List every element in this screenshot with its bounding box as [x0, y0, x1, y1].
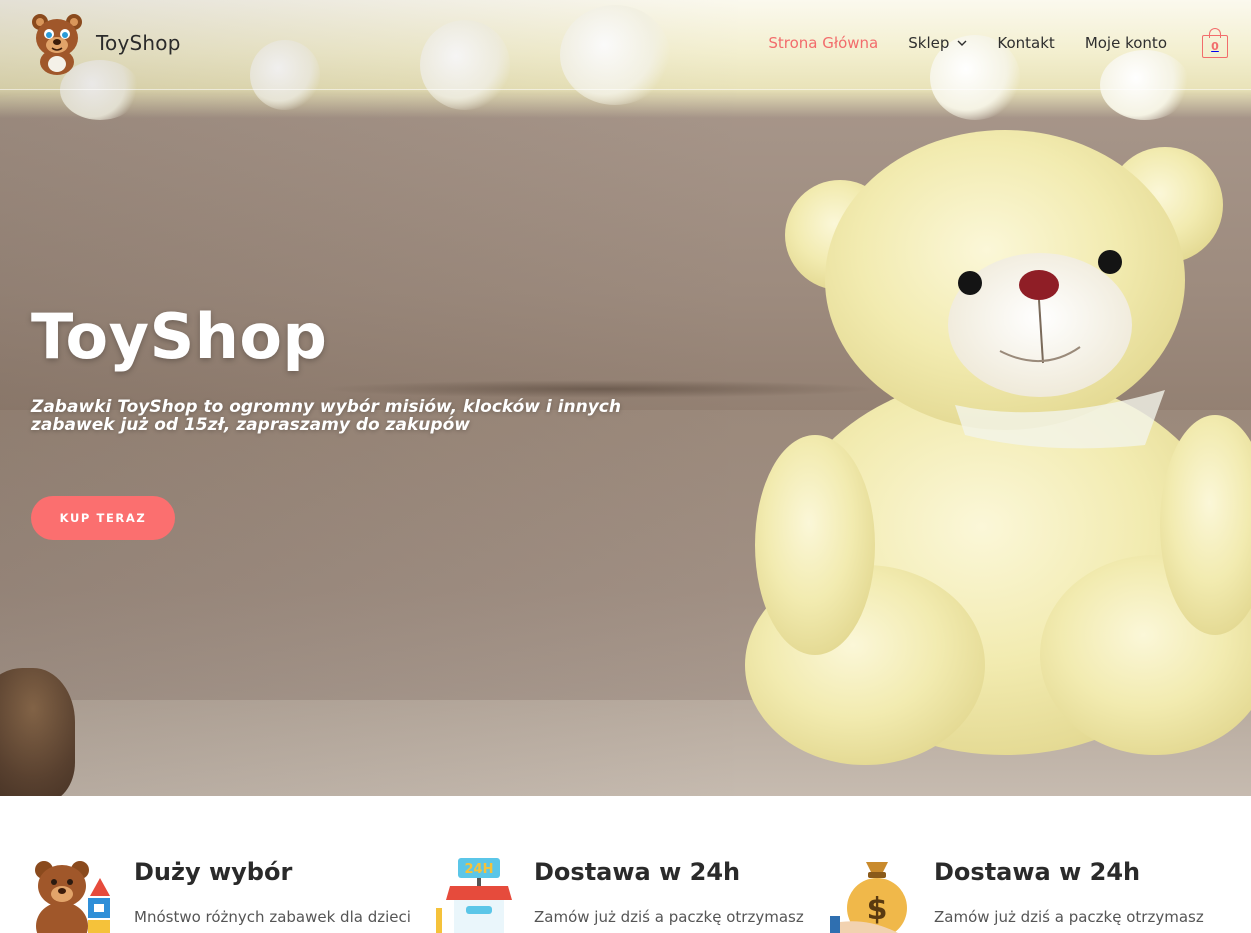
site-title: ToyShop [96, 31, 181, 55]
feature-title: Dostawa w 24h [934, 858, 1141, 886]
main-navigation: Strona Główna Sklep Kontakt Moje konto 0 [768, 0, 1251, 86]
feature-title: Dostawa w 24h [534, 858, 741, 886]
shopping-bag-icon [1209, 28, 1221, 38]
buy-now-button[interactable]: KUP TERAZ [31, 496, 175, 540]
site-header: ToyShop Strona Główna Sklep Kontakt Moje… [0, 0, 1251, 90]
teddy-bear-logo-icon [32, 14, 82, 75]
nav-item-label: Moje konto [1084, 34, 1167, 52]
nav-item-contact[interactable]: Kontakt [997, 34, 1054, 52]
feature-title: Duży wybór [134, 858, 293, 886]
hero-title: ToyShop [31, 300, 328, 373]
nav-item-shop[interactable]: Sklep [908, 34, 967, 52]
nav-item-home[interactable]: Strona Główna [768, 34, 878, 52]
feature-text: Zamów już dziś a paczkę otrzymasz [534, 908, 804, 926]
nav-item-label: Sklep [908, 34, 950, 52]
logo-link[interactable]: ToyShop [30, 10, 181, 76]
svg-text:$: $ [867, 892, 888, 927]
feature-item: Duży wybór Mnóstwo różnych zabawek dla d… [30, 856, 430, 933]
cart-button[interactable]: 0 [1202, 28, 1228, 58]
cart-count: 0 [1202, 35, 1228, 58]
svg-text:24H: 24H [465, 862, 494, 877]
feature-text: Mnóstwo różnych zabawek dla dzieci [134, 908, 411, 926]
feature-text: Zamów już dziś a paczkę otrzymasz [934, 908, 1204, 926]
feature-item: $ Dostawa w 24h Zamów już dziś a paczkę … [830, 856, 1230, 933]
teddy-bear-photo [745, 125, 1251, 765]
teddy-and-blocks-icon [35, 861, 110, 933]
24h-store-icon: 24H [436, 858, 512, 933]
chevron-down-icon [957, 40, 967, 46]
features-section: Duży wybór Mnóstwo różnych zabawek dla d… [0, 796, 1251, 933]
money-bag-icon: $ [830, 862, 907, 933]
nav-item-account[interactable]: Moje konto [1085, 34, 1167, 52]
feature-item: 24H Dostawa w 24h Zamów już dziś a paczk… [430, 856, 830, 933]
nav-item-label: Strona Główna [768, 34, 879, 52]
nav-item-label: Kontakt [997, 34, 1055, 52]
hero-subtitle: Zabawki ToyShop to ogromny wybór misiów,… [31, 397, 621, 435]
